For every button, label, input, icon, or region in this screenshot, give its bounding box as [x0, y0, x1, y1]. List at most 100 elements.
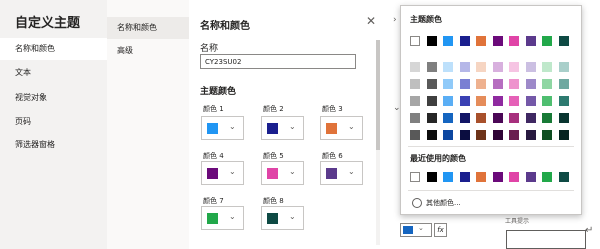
recent-color-cell[interactable]	[410, 172, 420, 182]
theme-color-cell[interactable]	[542, 113, 552, 123]
theme-color-cell[interactable]	[509, 36, 519, 46]
theme-color-cell[interactable]	[558, 96, 569, 106]
tooltip-box[interactable]	[506, 230, 586, 249]
nav-item-0[interactable]: 名称和颜色	[0, 38, 107, 60]
theme-color-cell[interactable]	[443, 79, 453, 89]
theme-color-cell[interactable]	[509, 96, 519, 106]
theme-color-cell[interactable]	[542, 36, 552, 46]
nav-item-2[interactable]: 视觉对象	[0, 87, 107, 109]
name-label: 名称	[200, 44, 219, 54]
color-swatch	[326, 168, 337, 179]
recent-color-cell[interactable]	[558, 172, 569, 182]
theme-color-cell[interactable]	[492, 113, 503, 123]
subnav-item-1[interactable]: 高级	[107, 40, 189, 62]
chevron-down-icon: ⌄	[348, 167, 355, 176]
theme-color-cell[interactable]	[443, 36, 453, 46]
theme-color-cell[interactable]	[558, 79, 569, 89]
theme-color-cell[interactable]	[459, 36, 470, 46]
theme-color-cell[interactable]	[426, 130, 437, 140]
theme-color-cell[interactable]	[558, 113, 569, 123]
theme-color-cell[interactable]	[492, 96, 503, 106]
recent-color-cell[interactable]	[525, 172, 536, 182]
color-picker[interactable]: ⌄	[201, 161, 244, 185]
fx-button[interactable]: fx	[434, 223, 447, 237]
recent-color-cell[interactable]	[459, 172, 470, 182]
theme-color-cell[interactable]	[525, 113, 536, 123]
close-icon[interactable]: ✕	[366, 14, 376, 28]
color-label: 颜色 7	[203, 197, 224, 205]
recent-color-cell[interactable]	[509, 172, 519, 182]
color-picker[interactable]: ⌄	[261, 161, 304, 185]
theme-color-cell[interactable]	[426, 79, 437, 89]
theme-color-cell[interactable]	[509, 79, 519, 89]
theme-color-cell[interactable]	[443, 113, 453, 123]
theme-color-cell[interactable]	[426, 62, 437, 72]
recent-color-cell[interactable]	[542, 172, 552, 182]
subnav-item-0[interactable]: 名称和颜色	[107, 17, 189, 39]
theme-color-cell[interactable]	[509, 62, 519, 72]
theme-color-cell[interactable]	[476, 96, 486, 106]
recent-color-cell[interactable]	[492, 172, 503, 182]
theme-color-cell[interactable]	[459, 62, 470, 72]
theme-color-cell[interactable]	[542, 130, 552, 140]
recent-color-cell[interactable]	[426, 172, 437, 182]
color-picker[interactable]: ⌄	[261, 116, 304, 140]
color-picker[interactable]: ⌄	[320, 116, 363, 140]
tooltip-label: 工具提示	[505, 218, 530, 225]
theme-color-cell[interactable]	[426, 96, 437, 106]
theme-color-cell[interactable]	[525, 79, 536, 89]
color-dropdown[interactable]: ⌄	[400, 223, 432, 237]
theme-color-cell[interactable]	[525, 36, 536, 46]
theme-color-cell[interactable]	[410, 62, 420, 72]
theme-color-cell[interactable]	[426, 113, 437, 123]
theme-color-cell[interactable]	[476, 36, 486, 46]
theme-color-cell[interactable]	[476, 79, 486, 89]
theme-color-cell[interactable]	[410, 96, 420, 106]
color-picker[interactable]: ⌄	[261, 206, 304, 230]
theme-color-cell[interactable]	[426, 36, 437, 46]
theme-color-cell[interactable]	[410, 113, 420, 123]
theme-color-cell[interactable]	[459, 79, 470, 89]
theme-color-cell[interactable]	[492, 130, 503, 140]
theme-color-cell[interactable]	[492, 36, 503, 46]
nav-item-4[interactable]: 筛选器窗格	[0, 134, 107, 156]
theme-color-cell[interactable]	[558, 130, 569, 140]
theme-color-cell[interactable]	[476, 130, 486, 140]
theme-color-cell[interactable]	[558, 36, 569, 46]
theme-color-cell[interactable]	[542, 79, 552, 89]
scrollbar-thumb[interactable]	[376, 40, 380, 150]
theme-color-cell[interactable]	[558, 62, 569, 72]
theme-color-cell[interactable]	[476, 113, 486, 123]
more-colors-button[interactable]: 其他颜色...	[412, 198, 461, 208]
theme-color-cell[interactable]	[476, 62, 486, 72]
chevron-right-icon: ›	[393, 15, 397, 25]
theme-color-cell[interactable]	[410, 130, 420, 140]
theme-color-cell[interactable]	[542, 62, 552, 72]
theme-color-cell[interactable]	[525, 62, 536, 72]
theme-color-cell[interactable]	[542, 96, 552, 106]
theme-color-cell[interactable]	[443, 130, 453, 140]
theme-color-cell[interactable]	[410, 79, 420, 89]
nav-item-3[interactable]: 页码	[0, 111, 107, 133]
theme-color-cell[interactable]	[492, 62, 503, 72]
theme-color-cell[interactable]	[443, 96, 453, 106]
theme-color-cell[interactable]	[459, 96, 470, 106]
theme-color-cell[interactable]	[525, 96, 536, 106]
theme-color-cell[interactable]	[509, 113, 519, 123]
recent-color-cell[interactable]	[443, 172, 453, 182]
theme-color-cell[interactable]	[410, 36, 420, 46]
name-input[interactable]: CY23SU02	[200, 54, 356, 69]
return-icon: ↵	[585, 225, 594, 236]
theme-color-cell[interactable]	[509, 130, 519, 140]
color-picker[interactable]: ⌄	[201, 116, 244, 140]
theme-color-cell[interactable]	[492, 79, 503, 89]
color-picker[interactable]: ⌄	[201, 206, 244, 230]
recent-color-cell[interactable]	[476, 172, 486, 182]
theme-color-cell[interactable]	[443, 62, 453, 72]
theme-color-cell[interactable]	[459, 113, 470, 123]
theme-color-cell[interactable]	[459, 130, 470, 140]
chevron-down-icon: ⌄	[289, 122, 296, 131]
color-picker[interactable]: ⌄	[320, 161, 363, 185]
theme-color-cell[interactable]	[525, 130, 536, 140]
nav-item-1[interactable]: 文本	[0, 62, 107, 84]
